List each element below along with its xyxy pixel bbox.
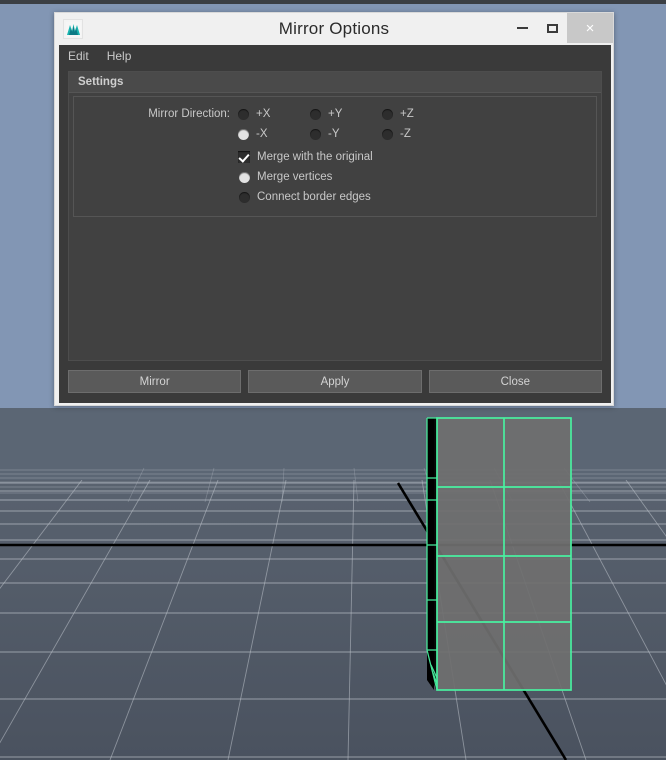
close-icon[interactable]: ×: [567, 13, 613, 43]
radio-plus-z-label: +Z: [400, 108, 414, 120]
mirror-direction-row-positive: Mirror Direction: +X +Y +Z: [74, 104, 596, 124]
radio-plus-x-dot[interactable]: [238, 108, 249, 120]
radio-minus-y[interactable]: -Y: [310, 128, 382, 140]
close-button[interactable]: Close: [428, 370, 602, 393]
settings-frame-header[interactable]: Settings: [69, 72, 601, 93]
merge-with-original-row[interactable]: Merge with the original: [74, 147, 596, 167]
merge-with-original-checkbox[interactable]: [238, 151, 250, 163]
settings-frame-title: Settings: [78, 76, 124, 88]
radio-minus-z[interactable]: -Z: [382, 128, 454, 140]
menu-item-help[interactable]: Help: [107, 49, 132, 63]
radio-plus-z-dot[interactable]: [382, 108, 393, 120]
radio-plus-y[interactable]: +Y: [310, 108, 382, 120]
minimize-icon[interactable]: [507, 13, 537, 43]
menu-bar[interactable]: Edit Help: [59, 45, 611, 67]
dialog-button-bar: Mirror Apply Close: [68, 370, 602, 393]
maximize-icon[interactable]: [537, 13, 567, 43]
maya-app-icon: [63, 19, 83, 39]
radio-minus-z-dot[interactable]: [382, 128, 393, 140]
merge-vertices-radio[interactable]: [239, 171, 250, 183]
mirror-direction-label: Mirror Direction:: [148, 108, 230, 120]
settings-content-area: Settings Mirror Direction: +X +Y +Z -X -…: [68, 71, 602, 361]
radio-plus-x[interactable]: +X: [238, 108, 310, 120]
radio-minus-x[interactable]: -X: [238, 128, 310, 140]
mirror-direction-row-negative: -X -Y -Z: [74, 124, 596, 144]
menu-item-edit[interactable]: Edit: [68, 49, 89, 63]
merge-with-original-label: Merge with the original: [257, 151, 373, 163]
connect-border-edges-row[interactable]: Connect border edges: [74, 187, 596, 207]
radio-plus-y-label: +Y: [328, 108, 343, 120]
radio-minus-x-label: -X: [256, 128, 268, 140]
window-controls[interactable]: ×: [507, 13, 613, 43]
radio-minus-y-label: -Y: [328, 128, 340, 140]
merge-vertices-label: Merge vertices: [257, 171, 333, 183]
radio-minus-z-label: -Z: [400, 128, 411, 140]
radio-plus-z[interactable]: +Z: [382, 108, 454, 120]
radio-plus-x-label: +X: [256, 108, 271, 120]
title-bar[interactable]: Mirror Options ×: [55, 13, 613, 45]
connect-border-edges-label: Connect border edges: [257, 191, 371, 203]
mirror-options-dialog[interactable]: Mirror Options × Edit Help Settings Mirr…: [54, 12, 614, 406]
settings-frame-box: Mirror Direction: +X +Y +Z -X -Y -Z Merg…: [73, 96, 597, 217]
merge-vertices-row[interactable]: Merge vertices: [74, 167, 596, 187]
connect-border-edges-radio[interactable]: [239, 191, 250, 203]
mirror-button[interactable]: Mirror: [68, 370, 242, 393]
screen: Mirror Options × Edit Help Settings Mirr…: [0, 0, 666, 760]
radio-minus-y-dot[interactable]: [310, 128, 321, 140]
dialog-body: Edit Help Settings Mirror Direction: +X: [59, 45, 611, 403]
radio-minus-x-dot[interactable]: [238, 128, 249, 140]
radio-plus-y-dot[interactable]: [310, 108, 321, 120]
apply-button[interactable]: Apply: [248, 370, 422, 393]
